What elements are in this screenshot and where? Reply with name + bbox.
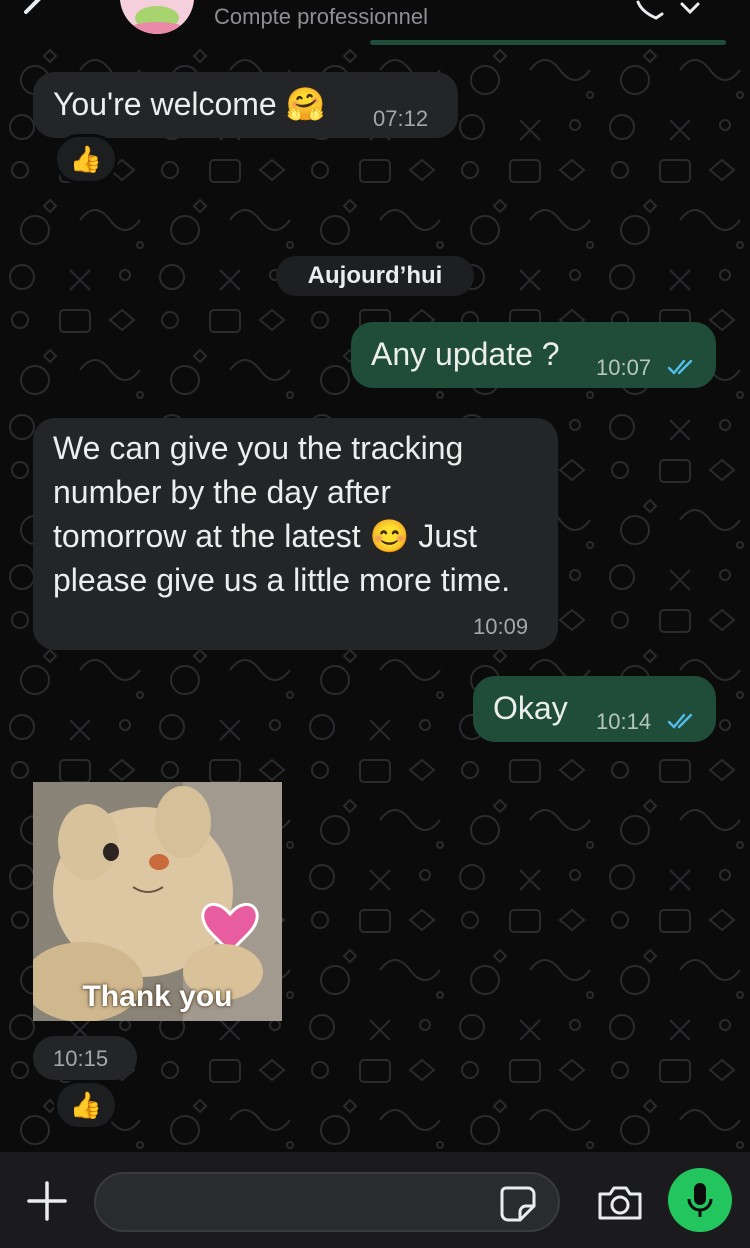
message-bubble-incoming[interactable]: You're welcome 🤗 07:12 xyxy=(33,72,458,138)
message-input[interactable] xyxy=(94,1172,560,1232)
message-bubble-outgoing[interactable]: Any update ? 10:07 xyxy=(351,322,716,388)
thumbs-up-icon: 👍 xyxy=(69,1089,103,1120)
message-time: 10:07 xyxy=(596,355,652,380)
header-divider xyxy=(370,40,726,45)
call-icon[interactable] xyxy=(632,0,702,22)
chat-header: Compte professionnel xyxy=(0,0,750,46)
message-text: Any update ? xyxy=(371,336,560,372)
read-receipt-icon xyxy=(667,713,693,729)
message-text: You're welcome 🤗 xyxy=(53,86,326,122)
contact-avatar[interactable] xyxy=(120,0,194,34)
message-line: We can give you the tracking xyxy=(53,430,464,466)
message-bubble-outgoing[interactable]: Okay 10:14 xyxy=(473,676,716,742)
plus-icon[interactable] xyxy=(26,1180,68,1222)
mic-icon xyxy=(687,1183,713,1217)
mic-button[interactable] xyxy=(668,1168,732,1232)
sticker-time-pill: 10:15 xyxy=(33,1036,137,1080)
message-time: 10:15 xyxy=(53,1046,109,1071)
message-bubble-incoming[interactable]: We can give you the tracking number by t… xyxy=(33,418,558,650)
sticker-message[interactable]: Thank you xyxy=(33,782,282,1021)
message-line: please give us a little more time. xyxy=(53,562,511,598)
sticker-icon[interactable] xyxy=(498,1184,538,1224)
message-reaction[interactable]: 👍 xyxy=(54,134,118,184)
message-time: 10:14 xyxy=(596,709,652,734)
message-reaction[interactable]: 👍 xyxy=(54,1080,118,1130)
message-time: 10:09 xyxy=(473,614,529,639)
back-arrow-icon[interactable] xyxy=(14,0,50,22)
sticker-caption: Thank you xyxy=(82,980,233,1013)
camera-icon[interactable] xyxy=(596,1184,644,1222)
thumbs-up-icon: 👍 xyxy=(69,143,103,174)
message-text: Okay xyxy=(493,690,568,726)
read-receipt-icon xyxy=(667,359,693,375)
message-line: number by the day after xyxy=(53,474,391,510)
date-separator: Aujourd’hui xyxy=(276,256,474,296)
message-time: 07:12 xyxy=(373,106,429,131)
contact-subtitle: Compte professionnel xyxy=(214,4,429,29)
message-line: tomorrow at the latest 😊 Just xyxy=(53,518,477,554)
